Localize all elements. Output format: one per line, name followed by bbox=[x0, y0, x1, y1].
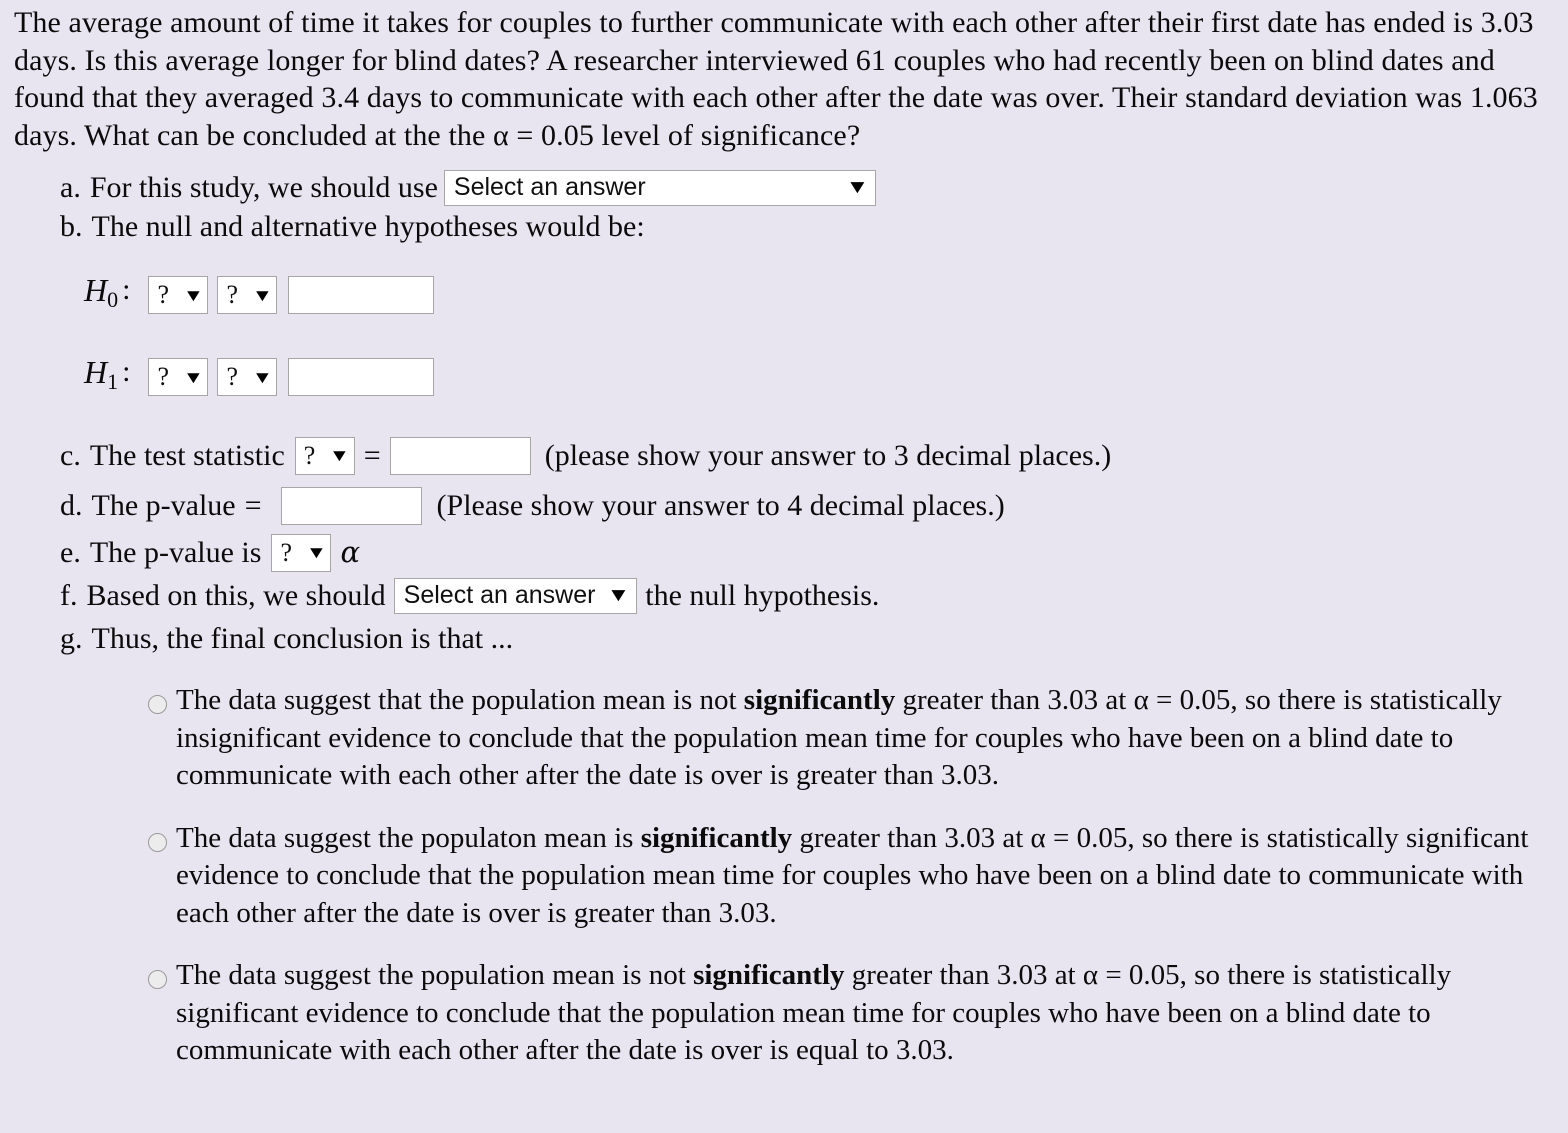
problem-page: The average amount of time it takes for … bbox=[0, 0, 1568, 1133]
chevron-down-icon: ▼ bbox=[182, 367, 204, 387]
question-c-text: The test statistic bbox=[89, 439, 285, 472]
h0-symbol: H0: bbox=[84, 272, 131, 312]
study-type-select[interactable]: Select an answer ▼ bbox=[443, 169, 876, 206]
question-list: a. For this study, we should use Select … bbox=[10, 168, 1558, 658]
conclusion-option-1[interactable]: The data suggest that the population mea… bbox=[148, 682, 1558, 795]
p-value-comparison-select[interactable]: ? ▼ bbox=[271, 533, 332, 572]
h1-parameter-select[interactable]: ? ▼ bbox=[148, 358, 209, 396]
conclusion-option-3[interactable]: The data suggest the population mean is … bbox=[148, 957, 1558, 1070]
question-g-label: g. bbox=[60, 622, 83, 655]
radio-button-icon[interactable] bbox=[148, 970, 167, 989]
h1-value-input[interactable] bbox=[288, 358, 435, 396]
test-statistic-input[interactable] bbox=[389, 436, 531, 475]
null-hypothesis-row: H0: ? ▼ ? ▼ bbox=[84, 272, 1558, 318]
question-c: c. The test statistic ? ▼ = (please show… bbox=[60, 436, 1558, 475]
question-e-label: e. bbox=[60, 536, 81, 569]
test-statistic-equals: = bbox=[363, 439, 381, 472]
h1-parameter-select-value: ? bbox=[157, 362, 169, 391]
conclusion-option-3-text: The data suggest the population mean is … bbox=[176, 957, 1551, 1070]
conclusion-option-1-text: The data suggest that the population mea… bbox=[176, 682, 1551, 795]
test-statistic-select[interactable]: ? ▼ bbox=[294, 436, 355, 475]
h1-operator-select[interactable]: ? ▼ bbox=[217, 358, 278, 396]
question-c-hint: (please show your answer to 3 decimal pl… bbox=[544, 439, 1112, 472]
h1-symbol: H1: bbox=[84, 354, 131, 394]
h1-operator-select-value: ? bbox=[226, 362, 238, 391]
question-a: a. For this study, we should use Select … bbox=[60, 168, 1558, 207]
radio-button-icon[interactable] bbox=[148, 832, 167, 852]
chevron-down-icon: ▼ bbox=[251, 367, 273, 387]
chevron-down-icon: ▼ bbox=[845, 177, 870, 198]
chevron-down-icon: ▼ bbox=[305, 543, 327, 562]
decision-select-value: Select an answer bbox=[403, 581, 596, 609]
p-value-comparison-select-value: ? bbox=[280, 537, 292, 567]
option-3-part1: The data suggest the population mean is … bbox=[176, 959, 694, 991]
chevron-down-icon: ▼ bbox=[328, 446, 350, 465]
h1-subscript: 1 bbox=[107, 369, 119, 394]
h0-colon: : bbox=[122, 273, 131, 306]
question-a-text: For this study, we should use bbox=[89, 171, 438, 204]
decision-select[interactable]: Select an answer ▼ bbox=[393, 577, 638, 614]
question-b-label: b. bbox=[60, 210, 83, 243]
h0-operator-select[interactable]: ? ▼ bbox=[217, 276, 278, 314]
question-b: b. The null and alternative hypotheses w… bbox=[60, 207, 1558, 246]
test-statistic-select-value: ? bbox=[303, 440, 316, 470]
h0-operator-select-value: ? bbox=[226, 280, 238, 309]
option-1-part1: The data suggest that the population mea… bbox=[176, 684, 744, 716]
option-2-part1: The data suggest the populaton mean is bbox=[176, 821, 641, 854]
option-1-emphasis: significantly bbox=[743, 684, 896, 716]
alpha-symbol: α bbox=[340, 535, 361, 569]
p-value-input[interactable] bbox=[280, 486, 422, 525]
conclusion-option-2-text: The data suggest the populaton mean is s… bbox=[176, 820, 1551, 933]
question-d-label: d. bbox=[60, 489, 83, 522]
question-g: g. Thus, the final conclusion is that ..… bbox=[60, 619, 1558, 658]
question-d-hint: (Please show your answer to 4 decimal pl… bbox=[436, 489, 1005, 522]
p-value-equals: = bbox=[244, 489, 262, 522]
chevron-down-icon: ▼ bbox=[607, 585, 631, 606]
h1-colon: : bbox=[122, 355, 131, 388]
radio-button-icon[interactable] bbox=[148, 695, 167, 714]
question-a-label: a. bbox=[60, 171, 81, 204]
question-g-text: Thus, the final conclusion is that ... bbox=[91, 622, 514, 655]
question-b-text: The null and alternative hypotheses woul… bbox=[91, 210, 645, 243]
question-d-text: The p-value bbox=[91, 489, 236, 522]
question-f-text-after: the null hypothesis. bbox=[645, 579, 880, 612]
h0-parameter-select[interactable]: ? ▼ bbox=[148, 276, 209, 314]
option-3-emphasis: significantly bbox=[693, 959, 845, 991]
problem-statement: The average amount of time it takes for … bbox=[14, 6, 1538, 152]
option-2-emphasis: significantly bbox=[640, 821, 793, 854]
chevron-down-icon: ▼ bbox=[182, 285, 204, 305]
question-f: f. Based on this, we should Select an an… bbox=[60, 576, 1558, 615]
chevron-down-icon: ▼ bbox=[251, 285, 273, 305]
question-f-label: f. bbox=[60, 579, 78, 612]
question-f-text: Based on this, we should bbox=[86, 579, 386, 612]
study-type-select-value: Select an answer bbox=[453, 173, 646, 201]
h0-subscript: 0 bbox=[107, 287, 119, 312]
h0-parameter-select-value: ? bbox=[157, 280, 169, 309]
question-d: d. The p-value = (Please show your answe… bbox=[60, 486, 1558, 525]
question-c-label: c. bbox=[60, 439, 81, 472]
conclusion-option-2[interactable]: The data suggest the populaton mean is s… bbox=[148, 820, 1558, 933]
question-e-text: The p-value is bbox=[89, 536, 262, 569]
question-e: e. The p-value is ? ▼ α bbox=[60, 533, 1558, 572]
alternative-hypothesis-row: H1: ? ▼ ? ▼ bbox=[84, 354, 1558, 400]
h0-value-input[interactable] bbox=[288, 276, 435, 314]
conclusion-options: The data suggest that the population mea… bbox=[10, 682, 1558, 1070]
